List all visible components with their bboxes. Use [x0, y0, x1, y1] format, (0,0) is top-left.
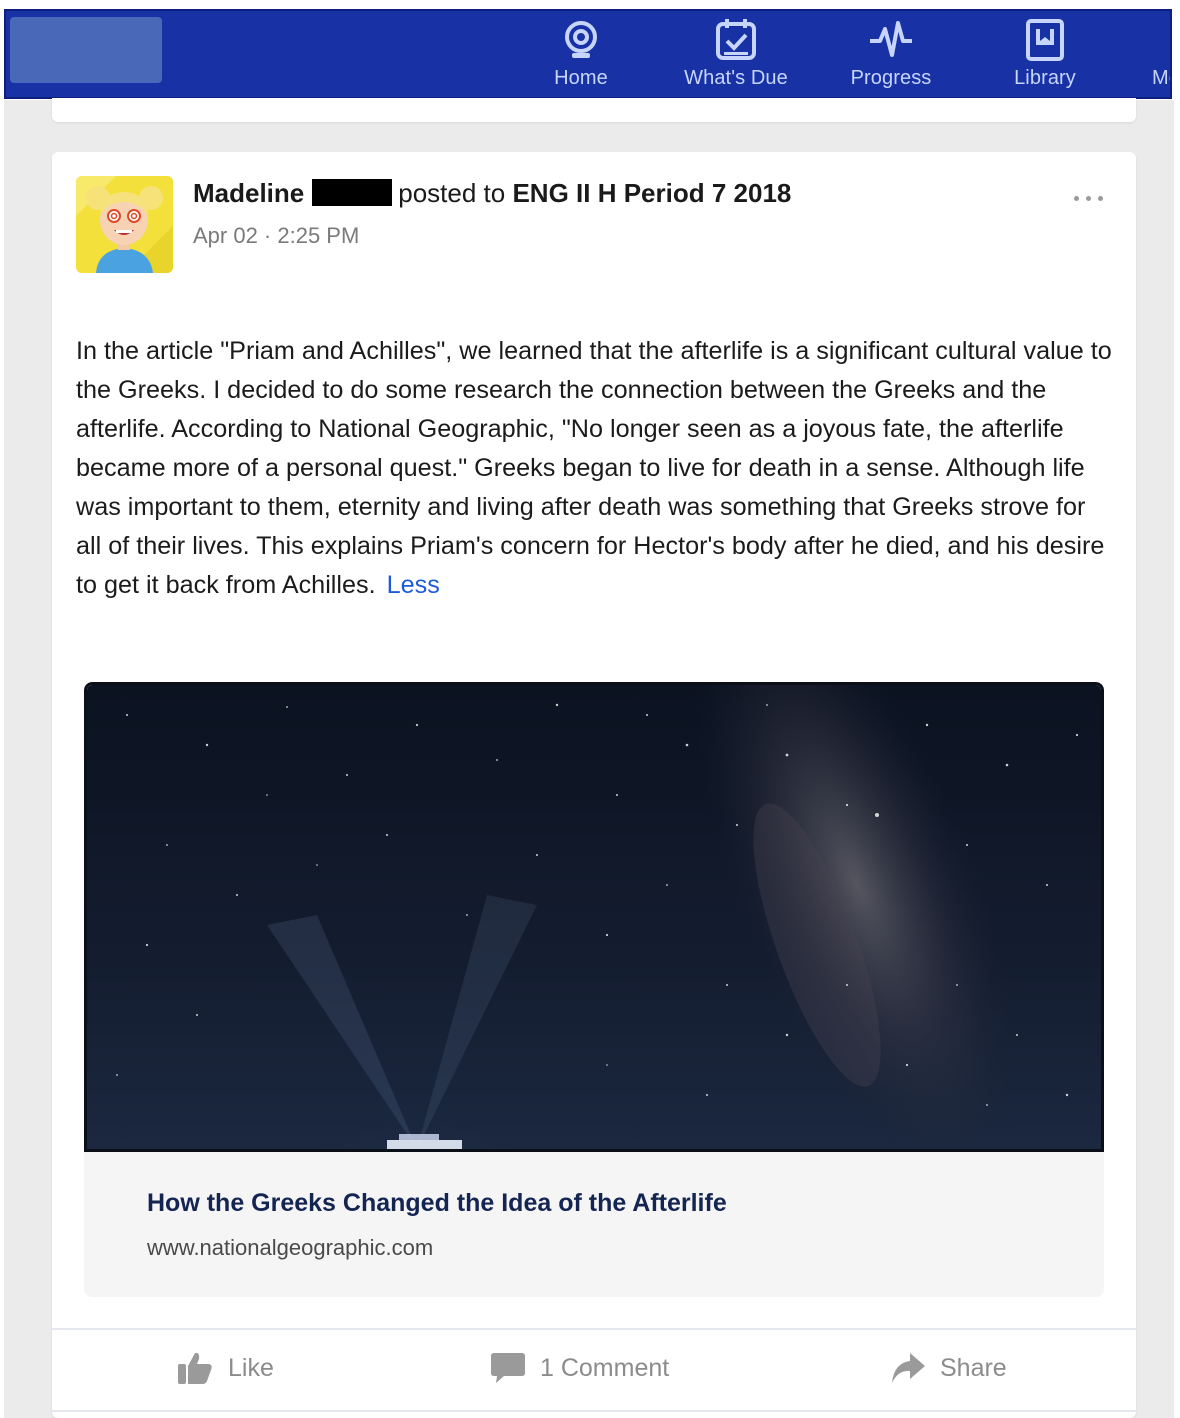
nav-library-label: Library — [1014, 67, 1076, 89]
calendar-check-icon — [716, 19, 756, 60]
avatar[interactable] — [76, 176, 173, 273]
library-icon — [1026, 19, 1064, 61]
share-arrow-icon — [892, 1353, 925, 1383]
more-dot-icon — [1086, 196, 1091, 201]
redacted-surname — [312, 179, 393, 206]
nav-whats-due[interactable]: What's Due — [681, 11, 791, 97]
actions-divider — [52, 1328, 1136, 1330]
nav-me[interactable]: Me — [1146, 11, 1170, 97]
like-label: Like — [228, 1353, 274, 1382]
author-name[interactable]: Madeline — [193, 178, 304, 208]
more-dot-icon — [1074, 196, 1079, 201]
post-body: In the article "Priam and Achilles", we … — [76, 332, 1116, 605]
more-dot-icon — [1098, 196, 1103, 201]
post-card: Madeline posted to ENG II H Period 7 2018… — [52, 152, 1136, 1418]
nav-library[interactable]: Library — [990, 11, 1100, 97]
comment-icon — [491, 1353, 525, 1383]
previous-post-card — [52, 98, 1136, 122]
nav-home-label: Home — [554, 67, 608, 89]
like-button[interactable]: Like — [176, 1332, 274, 1404]
post-body-text: In the article "Priam and Achilles", we … — [76, 337, 1112, 599]
link-preview[interactable]: How the Greeks Changed the Idea of the A… — [84, 682, 1104, 1297]
logo-redacted[interactable] — [10, 17, 162, 83]
nav-me-label: Me — [1152, 67, 1170, 89]
night-sky-image — [87, 685, 1101, 1149]
nav-whats-due-label: What's Due — [684, 67, 788, 89]
posted-to-text: posted to — [398, 178, 506, 208]
more-options-button[interactable] — [1070, 188, 1108, 208]
card-bottom-divider — [52, 1410, 1136, 1412]
pulse-icon — [870, 21, 912, 57]
post-header: Madeline posted to ENG II H Period 7 2018 — [193, 178, 791, 209]
share-button[interactable]: Share — [890, 1332, 1007, 1404]
post-timestamp: Apr 02 · 2:25 PM — [193, 223, 360, 248]
group-name[interactable]: ENG II H Period 7 2018 — [512, 178, 791, 208]
comment-label: 1 Comment — [540, 1353, 670, 1382]
thumbs-up-icon — [178, 1352, 212, 1384]
less-link[interactable]: Less — [387, 571, 440, 599]
preview-domain: www.nationalgeographic.com — [147, 1235, 434, 1260]
nav-progress-label: Progress — [850, 67, 932, 89]
share-label: Share — [940, 1353, 1007, 1382]
preview-image[interactable] — [84, 682, 1104, 1152]
nav-home[interactable]: Home — [526, 11, 636, 97]
home-icon — [565, 21, 597, 58]
top-nav-bar: Home What's Due Progress Library Me — [4, 9, 1172, 99]
preview-title[interactable]: How the Greeks Changed the Idea of the A… — [147, 1189, 727, 1218]
avatar-illustration — [76, 176, 173, 273]
comment-button[interactable]: 1 Comment — [490, 1332, 669, 1404]
nav-progress[interactable]: Progress — [836, 11, 946, 97]
